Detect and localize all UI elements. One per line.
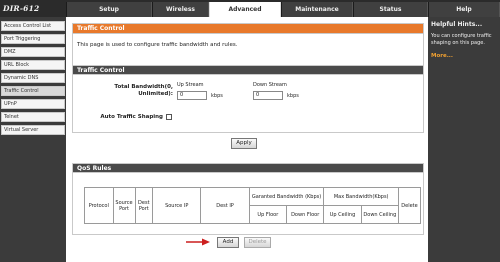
up-stream-label: Up Stream [177, 82, 204, 88]
column-header-up-ceiling: Up Ceiling [323, 205, 362, 224]
tab-advanced[interactable]: Advanced [209, 2, 281, 17]
up-stream-input[interactable]: 0 [177, 91, 207, 100]
arrow-right-icon [186, 238, 210, 246]
sidebar-item-dmz[interactable]: DMZ [1, 47, 65, 57]
column-header-down-floor: Down Floor [286, 205, 325, 224]
help-text: You can configure traffic shaping on thi… [431, 33, 492, 46]
sidebar-item-virtual-server[interactable]: Virtual Server [1, 125, 65, 135]
column-header-down-ceiling: Down Ceiling [360, 205, 400, 224]
tab-wireless[interactable]: Wireless [152, 2, 209, 17]
sidebar: Access Control List Port Triggering DMZ … [0, 17, 66, 262]
router-model-logo: DIR-612 [3, 4, 40, 13]
column-header-source-port: Source Port [112, 187, 136, 224]
delete-button[interactable]: Delete [244, 237, 271, 248]
up-stream-unit: kbps [211, 93, 223, 99]
main-content: Traffic Control This page is used to con… [68, 17, 426, 262]
down-stream-unit: kbps [287, 93, 299, 99]
column-header-dest-ip: Dest IP [200, 187, 250, 224]
traffic-control-header: Traffic Control [72, 65, 424, 75]
column-header-delete: Delete [398, 187, 421, 224]
column-header-protocol: Protocol [84, 187, 114, 224]
qos-rules-table: Protocol Source Port Dest Port Source IP… [84, 187, 421, 224]
sidebar-item-url-block[interactable]: URL Block [1, 60, 65, 70]
column-header-max-bandwidth: Max Bandwidth(Kbps) [323, 187, 399, 206]
down-stream-input[interactable]: 0 [253, 91, 283, 100]
help-panel: Helpful Hints... You can configure traff… [428, 17, 500, 262]
help-more-link[interactable]: More... [431, 53, 453, 59]
tab-setup[interactable]: Setup [66, 2, 152, 17]
column-header-guaranteed-bandwidth: Garanted Bandwidth (Kbps) [248, 187, 325, 206]
tab-help[interactable]: Help [428, 2, 500, 17]
sidebar-item-upnp[interactable]: UPnP [1, 99, 65, 109]
sidebar-item-access-control-list[interactable]: Access Control List [1, 21, 65, 31]
qos-rules-header: QoS Rules [72, 163, 424, 173]
sidebar-item-dynamic-dns[interactable]: Dynamic DNS [1, 73, 65, 83]
column-header-source-ip: Source IP [152, 187, 202, 224]
apply-button[interactable]: Apply [231, 138, 257, 149]
tab-status[interactable]: Status [353, 2, 428, 17]
top-navigation-bar: DIR-612 Setup Wireless Advanced Maintena… [0, 0, 500, 17]
traffic-control-panel: Total Bandwidth(0, Unlimited): Up Stream… [72, 75, 424, 133]
page-title: Traffic Control [72, 23, 424, 33]
down-stream-label: Down Stream [253, 82, 287, 88]
column-header-up-floor: Up Floor [248, 205, 288, 224]
qos-rules-panel: Protocol Source Port Dest Port Source IP… [72, 173, 424, 235]
page-description: This page is used to configure traffic b… [77, 42, 238, 48]
sidebar-item-port-triggering[interactable]: Port Triggering [1, 34, 65, 44]
sidebar-item-traffic-control[interactable]: Traffic Control [1, 86, 65, 96]
auto-traffic-shaping-checkbox[interactable] [166, 114, 172, 120]
auto-traffic-shaping-label: Auto Traffic Shaping [100, 114, 163, 120]
sidebar-item-telnet[interactable]: Telnet [1, 112, 65, 122]
column-header-dest-port: Dest Port [134, 187, 154, 224]
total-bandwidth-label-line2: Unlimited): [138, 91, 173, 97]
tab-maintenance[interactable]: Maintenance [281, 2, 353, 17]
total-bandwidth-label-line1: Total Bandwidth(0, [114, 84, 173, 90]
help-title: Helpful Hints... [431, 21, 483, 28]
add-button[interactable]: Add [217, 237, 239, 248]
total-bandwidth-label: Total Bandwidth(0, Unlimited): [83, 84, 173, 98]
